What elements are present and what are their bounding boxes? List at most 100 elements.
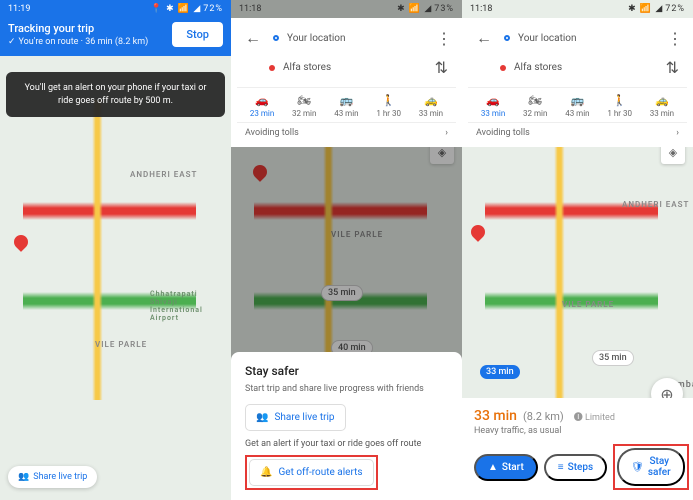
travel-mode-option[interactable]: 🚌 43 min <box>565 94 589 118</box>
map-label-vile: VILE PARLE <box>562 300 614 309</box>
mode-icon: 🚗 <box>255 94 269 107</box>
status-time: 11:18 <box>470 4 492 14</box>
mode-icon: 🚶 <box>613 94 627 107</box>
map-label-vile: VILE PARLE <box>95 340 147 349</box>
status-bar: 11:18 ✱ 📶 ◢ 72% <box>462 0 693 18</box>
swap-icon[interactable]: ⇅ <box>431 54 452 81</box>
mode-icon: 🚌 <box>340 94 354 107</box>
route-main-badge[interactable]: 33 min <box>480 365 520 379</box>
travel-mode-option[interactable]: 🚶 1 hr 30 <box>376 94 401 118</box>
avoiding-tolls-row[interactable]: Avoiding tolls › <box>468 122 687 143</box>
status-icons: 📍 ✱ 📶 ◢ 72% <box>151 4 223 14</box>
mode-label: 33 min <box>650 109 674 118</box>
status-bar: 11:19 📍 ✱ 📶 ◢ 72% <box>0 0 231 18</box>
alert-description: Get an alert if your taxi or ride goes o… <box>245 439 448 449</box>
list-icon: ≡ <box>558 462 564 473</box>
destination-dot-icon <box>269 65 275 71</box>
person-add-icon: 👥 <box>18 472 29 482</box>
travel-mode-option[interactable]: 🚗 33 min <box>481 94 505 118</box>
mode-icon: 🏍 <box>528 94 542 107</box>
status-icons: ✱ 📶 ◢ 72% <box>628 4 685 14</box>
limited-badge: 🅘 Limited <box>574 410 615 423</box>
travel-mode-option[interactable]: 🚗 23 min <box>250 94 274 118</box>
mode-icon: 🚕 <box>655 94 669 107</box>
panel-route-preview: ANDHERI EAST VILE PARLE Mumbai Mahakali … <box>462 0 693 500</box>
mode-label: 1 hr 30 <box>376 109 401 118</box>
steps-label: Steps <box>568 462 594 473</box>
swap-icon[interactable]: ⇅ <box>662 54 683 81</box>
origin-dot-icon <box>273 35 279 41</box>
route-summary-sheet[interactable]: 33 min (8.2 km) 🅘 Limited Heavy traffic,… <box>462 398 693 500</box>
highlight-box: 🔔 Get off-route alerts <box>245 455 378 490</box>
stay-safer-sheet: Stay safer Start trip and share live pro… <box>231 352 462 500</box>
travel-mode-option[interactable]: 🚕 33 min <box>650 94 674 118</box>
sheet-subtitle: Start trip and share live progress with … <box>245 384 448 394</box>
travel-mode-option[interactable]: 🚕33 min <box>419 94 443 118</box>
mode-label: 32 min <box>523 109 547 118</box>
mode-icon: 🚶 <box>382 94 396 107</box>
chevron-right-icon: › <box>676 128 679 138</box>
sheet-title: Stay safer <box>245 364 448 378</box>
travel-mode-option[interactable]: 🏍 32 min <box>292 94 316 118</box>
stay-safer-label: Stay safer <box>648 456 671 478</box>
share-live-trip-button[interactable]: 👥 Share live trip <box>245 404 346 431</box>
stop-button[interactable]: Stop <box>172 22 223 47</box>
travel-mode-option[interactable]: 🚌 43 min <box>334 94 358 118</box>
origin-input[interactable] <box>287 33 428 44</box>
alert-toast: You'll get an alert on your phone if you… <box>6 72 225 117</box>
chevron-right-icon: › <box>445 128 448 138</box>
status-time: 11:18 <box>239 4 261 14</box>
status-bar: 11:18 ✱ 📶 ◢ 73% <box>231 0 462 18</box>
travel-mode-row: 🚗 23 min 🏍 32 min 🚌 43 min 🚶 1 hr 30 🚕33 min <box>237 87 456 122</box>
steps-button[interactable]: ≡ Steps <box>544 454 607 481</box>
travel-mode-option[interactable]: 🏍 32 min <box>523 94 547 118</box>
status-icons: ✱ 📶 ◢ 73% <box>397 4 454 14</box>
directions-search: ← ⋮ ⇅ 🚗 23 min 🏍 32 min 🚌 43 min 🚶 1 hr 30 🚕33 m… <box>231 18 462 147</box>
eta-distance: (8.2 km) <box>523 410 564 423</box>
stay-safer-button[interactable]: 🛡 Stay safer <box>617 448 685 486</box>
destination-pin-icon <box>468 222 488 242</box>
panel-tracking-trip: ANDHERI EAST VILE PARLE Chhatrapati Shiv… <box>0 0 231 500</box>
highlight-box: 🛡 Stay safer <box>613 444 689 490</box>
travel-mode-option[interactable]: 🚶1 hr 30 <box>607 94 632 118</box>
back-arrow-icon[interactable]: ← <box>472 28 496 48</box>
mode-label: 33 min <box>481 109 505 118</box>
get-off-route-alerts-button[interactable]: 🔔 Get off-route alerts <box>249 459 374 486</box>
eta-time: 33 min <box>474 408 517 424</box>
share-btn-label: Share live trip <box>274 412 334 423</box>
more-icon[interactable]: ⋮ <box>667 29 683 48</box>
status-time: 11:19 <box>8 4 30 14</box>
map-label-andheri: ANDHERI EAST <box>622 200 689 209</box>
mode-label: 43 min <box>334 109 358 118</box>
navigation-icon: ▲ <box>488 462 498 473</box>
avoiding-tolls-row[interactable]: Avoiding tolls › <box>237 122 456 143</box>
mode-icon: 🏍 <box>297 94 311 107</box>
check-icon: ✓ <box>8 37 16 47</box>
header-title: Tracking your trip <box>8 22 172 35</box>
mode-label: 23 min <box>250 109 274 118</box>
mode-label: 43 min <box>565 109 589 118</box>
map-label-airport: Chhatrapati Shivaji International Airpor… <box>150 290 220 322</box>
origin-input[interactable] <box>518 33 659 44</box>
route-alt-badge[interactable]: 35 min <box>592 350 634 366</box>
header-subtitle: ✓You're on route · 36 min (8.2 km) <box>8 37 172 47</box>
travel-mode-row: 🚗 33 min 🏍 32 min 🚌 43 min 🚶1 hr 30 🚕 33 min <box>468 87 687 122</box>
person-add-icon: 👥 <box>256 412 268 423</box>
avoiding-label: Avoiding tolls <box>476 128 530 138</box>
bell-icon: 🔔 <box>260 467 272 478</box>
destination-input[interactable] <box>283 62 423 73</box>
mode-label: 32 min <box>292 109 316 118</box>
mode-icon: 🚗 <box>486 94 500 107</box>
panel-stay-safer-sheet: ANDHERI EAST VILE PARLE 35 min 40 min ◈ … <box>231 0 462 500</box>
more-icon[interactable]: ⋮ <box>436 29 452 48</box>
avoiding-label: Avoiding tolls <box>245 128 299 138</box>
start-navigation-button[interactable]: ▲ Start <box>474 454 538 481</box>
destination-input[interactable] <box>514 62 654 73</box>
back-arrow-icon[interactable]: ← <box>241 28 265 48</box>
map-label-andheri: ANDHERI EAST <box>130 170 197 179</box>
traffic-status: Heavy traffic, as usual <box>474 426 681 436</box>
origin-dot-icon <box>504 35 510 41</box>
share-live-trip-chip[interactable]: 👥 Share live trip <box>8 466 97 488</box>
start-label: Start <box>502 462 524 473</box>
mode-icon: 🚌 <box>571 94 585 107</box>
